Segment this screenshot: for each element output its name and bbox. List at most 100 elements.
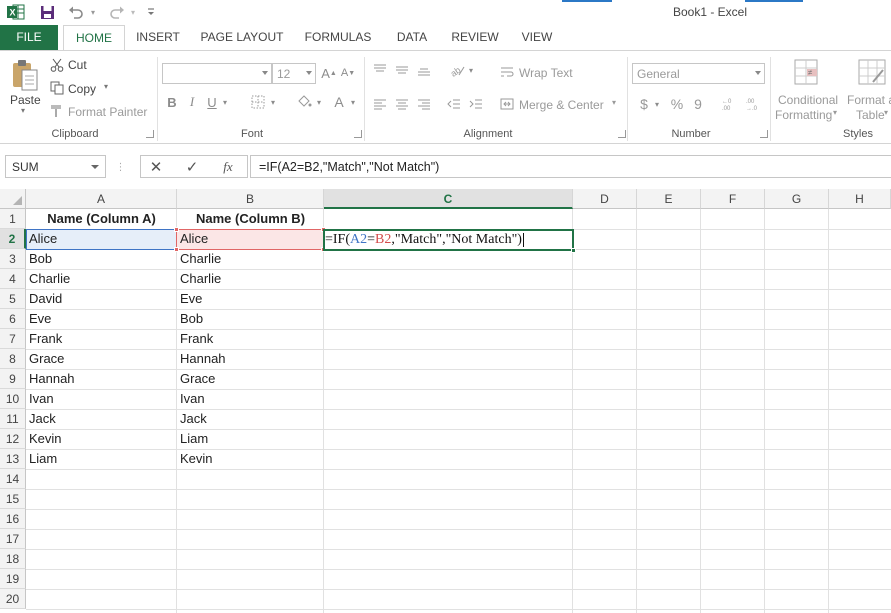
cell-a13[interactable]: Liam [26,449,177,469]
column-header-f[interactable]: F [701,189,765,209]
tab-data[interactable]: DATA [388,25,436,50]
conditional-formatting-icon[interactable]: ≠ [792,57,822,89]
currency-button[interactable]: $ [636,95,652,113]
cell-c2-editor[interactable]: =IF(A2=B2,"Match","Not Match") [325,230,524,250]
underline-dropdown-icon[interactable]: ▾ [220,93,230,111]
row-header[interactable]: 2 [0,229,26,249]
row-header[interactable]: 8 [0,349,26,369]
merge-center-button[interactable]: Merge & Center [519,98,604,112]
tab-review[interactable]: REVIEW [446,25,504,50]
row-header[interactable]: 20 [0,589,26,609]
cell-a8[interactable]: Grace [26,349,177,369]
number-launcher-icon[interactable] [760,130,768,138]
fill-handle[interactable] [571,248,576,253]
align-right-icon[interactable] [414,95,434,113]
tab-page-layout[interactable]: PAGE LAYOUT [196,25,288,50]
paste-dropdown-icon[interactable]: ▾ [21,106,25,115]
save-icon[interactable] [37,3,57,21]
undo-icon[interactable] [66,3,86,21]
format-as-table-label-2[interactable]: Table [856,108,885,122]
font-launcher-icon[interactable] [354,130,362,138]
cell-b3[interactable]: Charlie [177,249,324,269]
row-header[interactable]: 10 [0,389,26,409]
cell-b9[interactable]: Grace [177,369,324,389]
format-painter-button[interactable]: Format Painter [68,105,147,119]
copy-button[interactable]: Copy [68,82,96,96]
cell-a1[interactable]: Name (Column A) [26,209,177,229]
row-header[interactable]: 18 [0,549,26,569]
clipboard-launcher-icon[interactable] [146,130,154,138]
row-header[interactable]: 14 [0,469,26,489]
row-header[interactable]: 1 [0,209,26,229]
merge-center-icon[interactable] [498,96,516,112]
wrap-text-button[interactable]: Wrap Text [519,66,573,80]
column-header-c[interactable]: C [324,189,573,209]
row-header[interactable]: 7 [0,329,26,349]
cell-a3[interactable]: Bob [26,249,177,269]
cell-b8[interactable]: Hannah [177,349,324,369]
underline-button[interactable]: U [204,93,220,111]
increase-decimal-icon[interactable]: ←0.00 [720,95,740,113]
number-format-combo[interactable]: General [632,63,765,84]
conditional-formatting-label-2[interactable]: Formatting [775,108,832,122]
column-header-h[interactable]: H [829,189,891,209]
redo-dropdown-icon[interactable]: ▾ [128,3,138,21]
cut-button[interactable]: Cut [68,58,87,72]
bottom-align-icon[interactable] [414,61,434,79]
resize-handle-icon[interactable]: ⋮ [116,160,126,174]
customize-quick-access-icon[interactable] [144,3,158,21]
fill-color-dropdown-icon[interactable]: ▾ [314,93,324,111]
cell-a2[interactable]: Alice [26,229,177,249]
formula-input[interactable]: =IF(A2=B2,"Match","Not Match") [250,155,891,178]
column-header-a[interactable]: A [26,189,177,209]
font-color-dropdown-icon[interactable]: ▾ [348,93,358,111]
borders-dropdown-icon[interactable]: ▾ [268,93,278,111]
middle-align-icon[interactable] [392,61,412,79]
column-header-g[interactable]: G [765,189,829,209]
conditional-formatting-dropdown-icon[interactable]: ▾ [833,108,837,117]
row-header[interactable]: 5 [0,289,26,309]
percent-button[interactable]: % [668,95,686,113]
paste-button[interactable]: Paste [10,93,41,107]
row-header[interactable]: 13 [0,449,26,469]
increase-font-size-icon[interactable]: A ▲ [320,64,338,82]
copy-dropdown-icon[interactable]: ▾ [104,82,108,91]
scissors-icon[interactable] [48,57,66,73]
tab-view[interactable]: VIEW [514,25,560,50]
row-header[interactable]: 19 [0,569,26,589]
cell-b1[interactable]: Name (Column B) [177,209,324,229]
cell-b6[interactable]: Bob [177,309,324,329]
insert-function-button[interactable]: fx [217,158,239,176]
column-header-b[interactable]: B [177,189,324,209]
conditional-formatting-label-1[interactable]: Conditional [778,93,838,107]
cell-a6[interactable]: Eve [26,309,177,329]
format-as-table-icon[interactable] [856,57,888,89]
column-header-d[interactable]: D [573,189,637,209]
row-header[interactable]: 6 [0,309,26,329]
decrease-font-size-icon[interactable]: A ▼ [339,64,357,82]
wrap-text-icon[interactable] [498,64,516,80]
cell-a12[interactable]: Kevin [26,429,177,449]
orientation-dropdown-icon[interactable]: ▾ [466,61,476,79]
copy-icon[interactable] [48,80,66,96]
tab-insert[interactable]: INSERT [130,25,186,50]
font-name-combo[interactable] [162,63,272,84]
row-header[interactable]: 16 [0,509,26,529]
cell-b13[interactable]: Kevin [177,449,324,469]
row-header[interactable]: 15 [0,489,26,509]
increase-indent-icon[interactable] [466,95,486,113]
cell-b10[interactable]: Ivan [177,389,324,409]
decrease-indent-icon[interactable] [444,95,464,113]
font-color-icon[interactable]: A [330,93,348,111]
cell-b12[interactable]: Liam [177,429,324,449]
row-header[interactable]: 4 [0,269,26,289]
align-left-icon[interactable] [370,95,390,113]
format-painter-icon[interactable] [48,103,66,119]
cell-b2[interactable]: Alice [177,229,324,249]
cell-a9[interactable]: Hannah [26,369,177,389]
paste-icon[interactable] [8,57,42,93]
currency-dropdown-icon[interactable]: ▾ [652,95,662,113]
fill-color-icon[interactable] [294,93,314,111]
column-header-e[interactable]: E [637,189,701,209]
cell-a10[interactable]: Ivan [26,389,177,409]
